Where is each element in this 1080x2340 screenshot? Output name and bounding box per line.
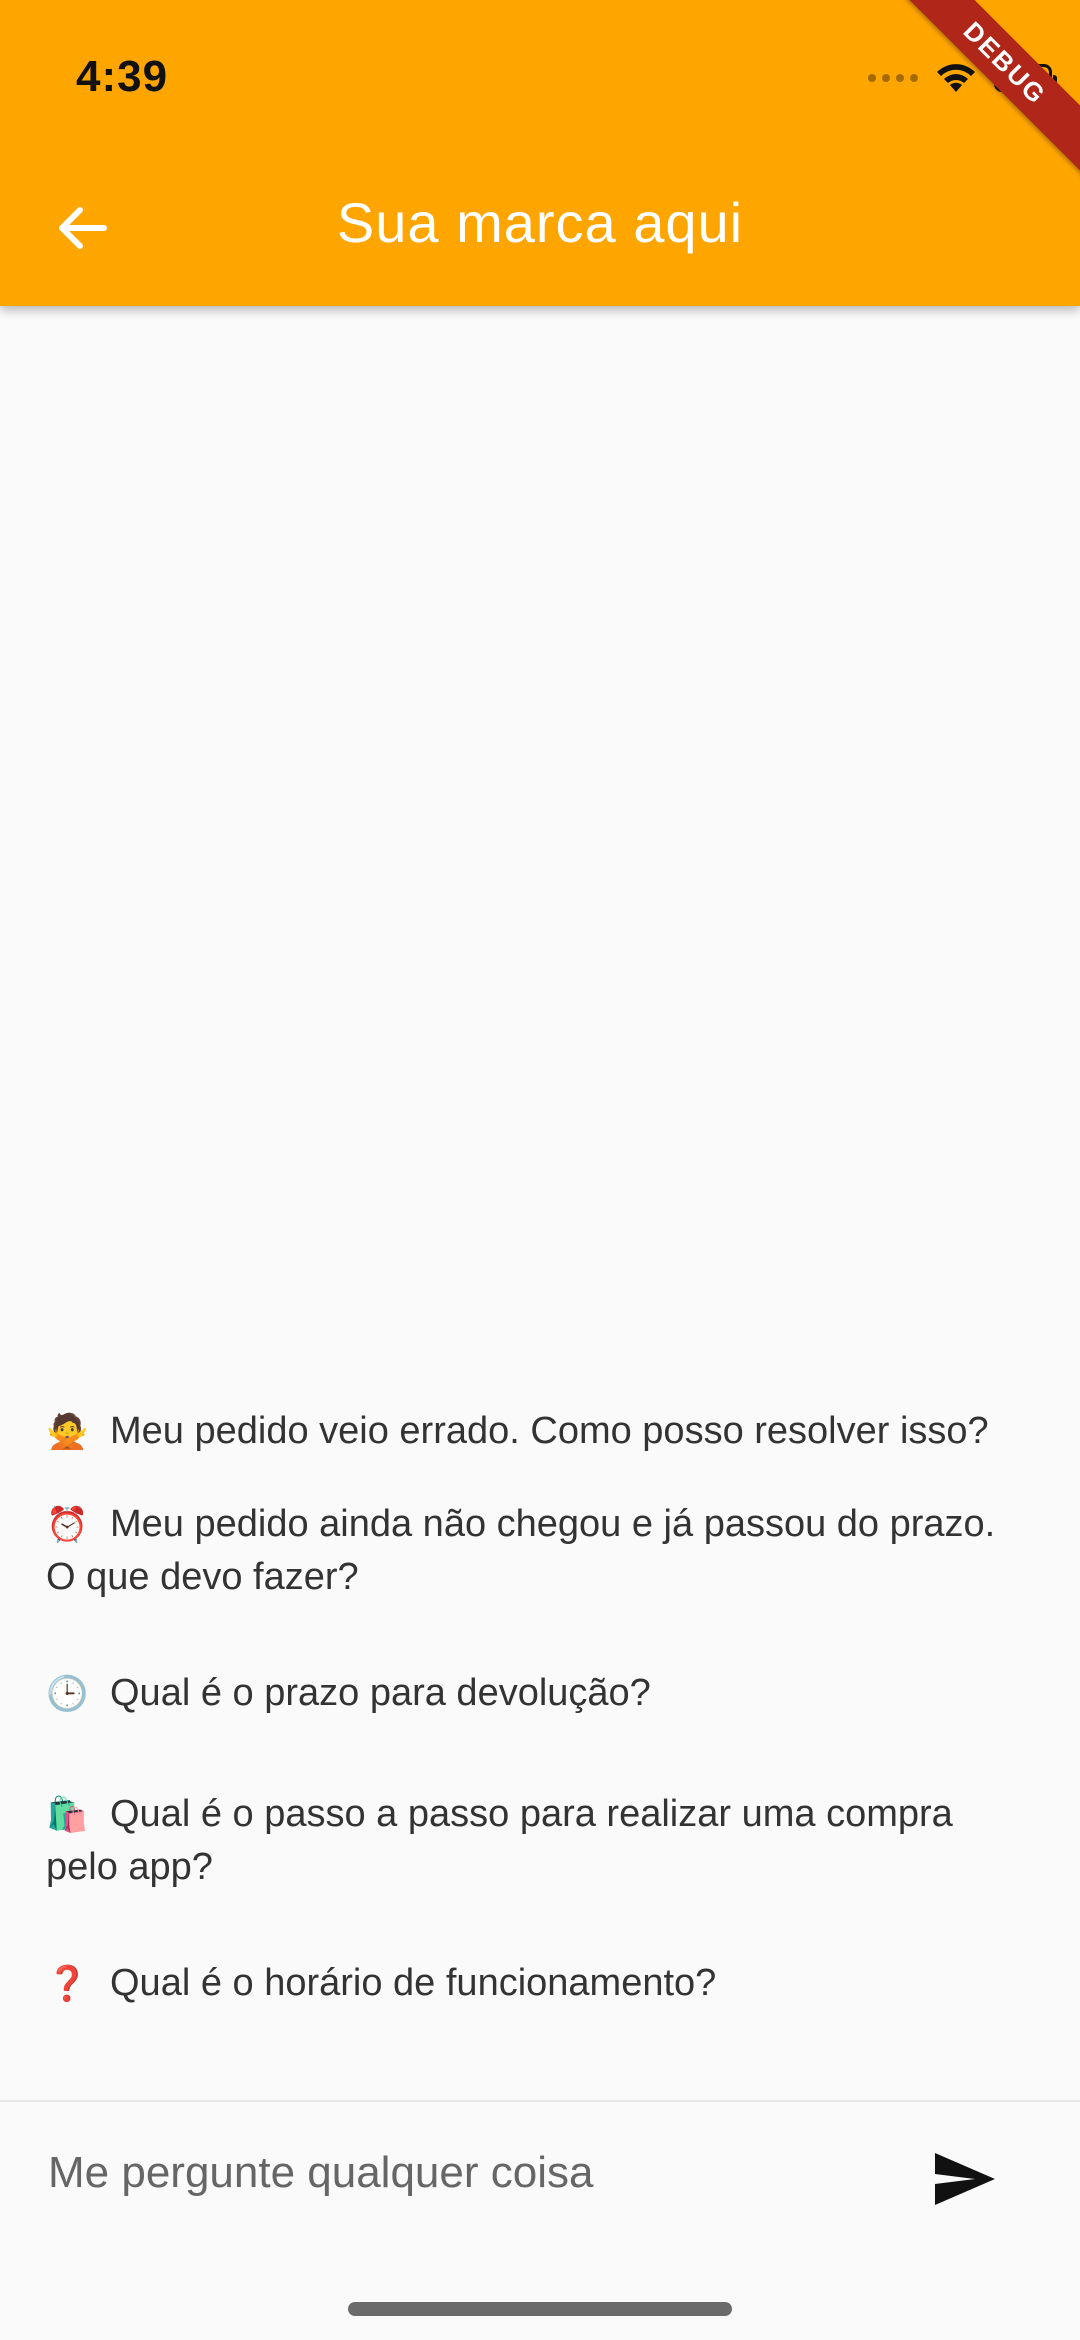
suggestion-text: Meu pedido ainda não chegou e já passou …: [46, 1503, 996, 1598]
question-mark-icon: ❓: [46, 1965, 89, 2003]
wifi-icon: [937, 64, 975, 92]
suggestion-text: Meu pedido veio errado. Como posso resol…: [110, 1410, 989, 1452]
suggestion-item[interactable]: ❓ Qual é o horário de funcionamento?: [46, 1957, 1006, 2010]
page-title: Sua marca aqui: [336, 191, 744, 254]
suggestion-item[interactable]: 🙅 Meu pedido veio errado. Como posso reso…: [46, 1405, 1006, 1458]
status-time: 4:39: [76, 52, 169, 101]
send-button[interactable]: [930, 2144, 1000, 2214]
message-input[interactable]: [46, 2136, 890, 2210]
send-icon: [935, 2153, 995, 2205]
shopping-bags-icon: 🛍️: [46, 1796, 89, 1834]
signal-icon: [868, 74, 918, 82]
suggestion-text: Qual é o passo a passo para realizar uma…: [46, 1793, 953, 1888]
suggestion-item[interactable]: ⏰ Meu pedido ainda não chegou e já passou…: [46, 1498, 1006, 1603]
clock-icon: 🕒: [46, 1675, 89, 1713]
suggestion-list: 🙅 Meu pedido veio errado. Como posso reso…: [46, 1405, 1006, 2010]
home-indicator: [348, 2302, 732, 2316]
person-gesturing-no-icon: 🙅: [46, 1413, 89, 1451]
app-bar: 4:39 Sua marca aqui: [0, 0, 1080, 306]
suggestion-item[interactable]: 🛍️ Qual é o passo a passo para realizar u…: [46, 1788, 1006, 1893]
suggestion-text: Qual é o prazo para devolução?: [110, 1672, 651, 1714]
suggestion-item[interactable]: 🕒 Qual é o prazo para devolução?: [46, 1667, 1006, 1720]
alarm-clock-icon: ⏰: [46, 1506, 89, 1544]
suggestion-text: Qual é o horário de funcionamento?: [110, 1962, 717, 2004]
message-input-bar: [0, 2100, 1080, 2242]
